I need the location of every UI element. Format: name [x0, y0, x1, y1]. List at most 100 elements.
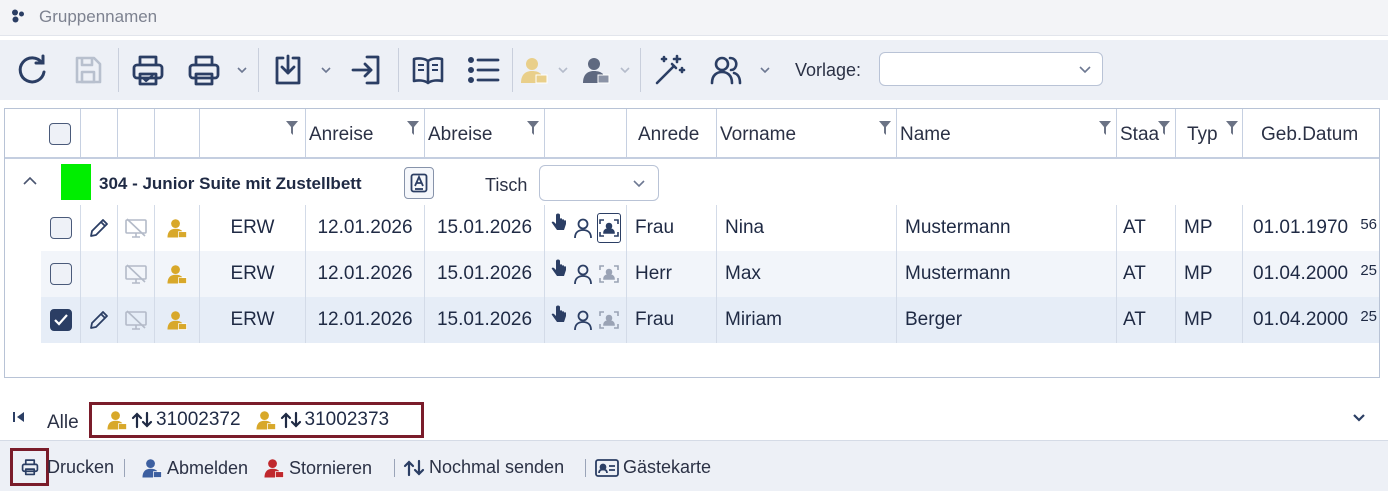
guest-icon: [107, 411, 127, 430]
header-typ[interactable]: Typ: [1176, 109, 1243, 157]
person-icon[interactable]: [573, 263, 593, 285]
save-button[interactable]: [68, 51, 108, 89]
guest-checkin-button[interactable]: [578, 51, 614, 89]
header-vorname[interactable]: Vorname: [717, 109, 897, 157]
book-button[interactable]: [408, 51, 448, 89]
group-row: 304 - Junior Suite mit Zustellbett Tisch: [5, 161, 1379, 207]
guest-cell[interactable]: [155, 205, 200, 251]
header-gebdatum[interactable]: Geb.Datum: [1243, 109, 1379, 157]
abmelden-button[interactable]: Abmelden: [141, 457, 248, 479]
header-screen-col: [118, 109, 155, 157]
header-anrede[interactable]: Anrede: [627, 109, 717, 157]
reservation-tabs-bar: Alle 31002372 31002373: [0, 400, 1388, 440]
tab-reservation[interactable]: 31002373: [255, 409, 389, 431]
screen-off-icon: [125, 264, 147, 284]
screen-cell[interactable]: [118, 251, 155, 297]
vorname-cell: Miriam: [717, 297, 897, 343]
header-status-icons: [545, 109, 627, 157]
edit-cell[interactable]: [81, 205, 118, 251]
row-checkbox[interactable]: [49, 217, 72, 239]
edit-cell: [81, 251, 118, 297]
first-page-icon[interactable]: [12, 410, 26, 424]
id-card-icon: [595, 458, 619, 477]
print-icon: [21, 459, 38, 476]
row-checkbox[interactable]: [49, 263, 72, 285]
nochmal-senden-button[interactable]: Nochmal senden: [403, 457, 564, 478]
guest-card-scan-button[interactable]: [597, 305, 621, 335]
table-row[interactable]: ERW 12.01.2026 15.01.2026 Herr Max Muste…: [41, 251, 1379, 297]
person-icon[interactable]: [573, 309, 593, 331]
row-checkbox-checked[interactable]: [49, 309, 72, 331]
filter-icon[interactable]: [1158, 121, 1170, 135]
table-row[interactable]: ERW 12.01.2026 15.01.2026 Frau Nina Must…: [41, 205, 1379, 251]
gaestekarte-button[interactable]: Gästekarte: [595, 457, 711, 478]
typ-cell: MP: [1176, 297, 1243, 343]
magic-wand-button[interactable]: [650, 51, 690, 89]
refresh-button[interactable]: [12, 51, 52, 89]
chevron-up-icon[interactable]: [22, 173, 38, 189]
toolbar-separator: [398, 48, 399, 92]
vorname-cell: Max: [717, 251, 897, 297]
select-all-checkbox[interactable]: [49, 123, 71, 145]
screen-cell[interactable]: [118, 297, 155, 343]
tab-alle[interactable]: Alle: [47, 412, 79, 434]
filter-icon[interactable]: [1226, 121, 1238, 135]
group-action-button[interactable]: [404, 167, 434, 199]
guest-cell[interactable]: [155, 251, 200, 297]
row-checkbox-cell[interactable]: [41, 251, 81, 297]
header-staat[interactable]: Staa: [1117, 109, 1176, 157]
chevron-down-icon: [321, 67, 331, 74]
hand-pointer-icon[interactable]: [549, 304, 569, 326]
guest-card-scan-button[interactable]: [597, 213, 621, 243]
export-dropdown[interactable]: [316, 51, 336, 89]
filter-icon[interactable]: [286, 121, 298, 135]
hand-pointer-icon[interactable]: [549, 258, 569, 280]
pencil-icon[interactable]: [88, 217, 110, 239]
print-icon: [188, 55, 220, 86]
chevron-down-icon[interactable]: [1352, 412, 1366, 424]
table-row[interactable]: ERW 12.01.2026 15.01.2026 Frau Miriam Be…: [41, 297, 1379, 343]
header-abreise[interactable]: Abreise: [425, 109, 545, 157]
tab-reservation[interactable]: 31002372: [106, 409, 241, 431]
vorlage-select[interactable]: [879, 52, 1103, 86]
login-button[interactable]: [346, 51, 386, 89]
filter-icon[interactable]: [1099, 121, 1111, 135]
hand-pointer-icon[interactable]: [549, 212, 569, 234]
users-button[interactable]: [706, 51, 746, 89]
id-scan-icon: [599, 219, 619, 237]
export-button[interactable]: [268, 51, 308, 89]
chevron-down-icon: [237, 67, 247, 74]
header-name[interactable]: Name: [897, 109, 1117, 157]
check-icon: [53, 314, 68, 326]
header-guest-col: [155, 109, 200, 157]
stornieren-button[interactable]: Stornieren: [263, 457, 372, 479]
staat-cell: AT: [1117, 297, 1176, 343]
edit-cell[interactable]: [81, 297, 118, 343]
abmelden-label: Abmelden: [167, 457, 249, 478]
users-dropdown[interactable]: [756, 51, 774, 89]
tisch-select[interactable]: [539, 165, 659, 201]
list-icon: [468, 57, 500, 83]
header-anreise[interactable]: Anreise: [306, 109, 425, 157]
person-icon[interactable]: [573, 217, 593, 239]
guest-checkin-dropdown[interactable]: [616, 51, 634, 89]
header-select-all[interactable]: [5, 109, 81, 157]
print-highlight[interactable]: [10, 448, 49, 486]
filter-icon[interactable]: [879, 121, 891, 135]
pencil-icon[interactable]: [88, 309, 110, 331]
chevron-down-icon: [558, 67, 568, 74]
guest-card-scan-button[interactable]: [597, 259, 621, 289]
row-checkbox-cell[interactable]: [41, 297, 81, 343]
print-dropdown[interactable]: [232, 51, 252, 89]
filter-icon[interactable]: [407, 121, 419, 135]
print-button[interactable]: [184, 51, 224, 89]
drucken-button[interactable]: Drucken: [47, 457, 114, 478]
filter-icon[interactable]: [527, 121, 539, 135]
guest-cell[interactable]: [155, 297, 200, 343]
print-check-button[interactable]: [128, 51, 168, 89]
staat-cell: AT: [1117, 251, 1176, 297]
list-button[interactable]: [464, 51, 504, 89]
row-checkbox-cell[interactable]: [41, 205, 81, 251]
header-category[interactable]: [200, 109, 306, 157]
screen-cell[interactable]: [118, 205, 155, 251]
